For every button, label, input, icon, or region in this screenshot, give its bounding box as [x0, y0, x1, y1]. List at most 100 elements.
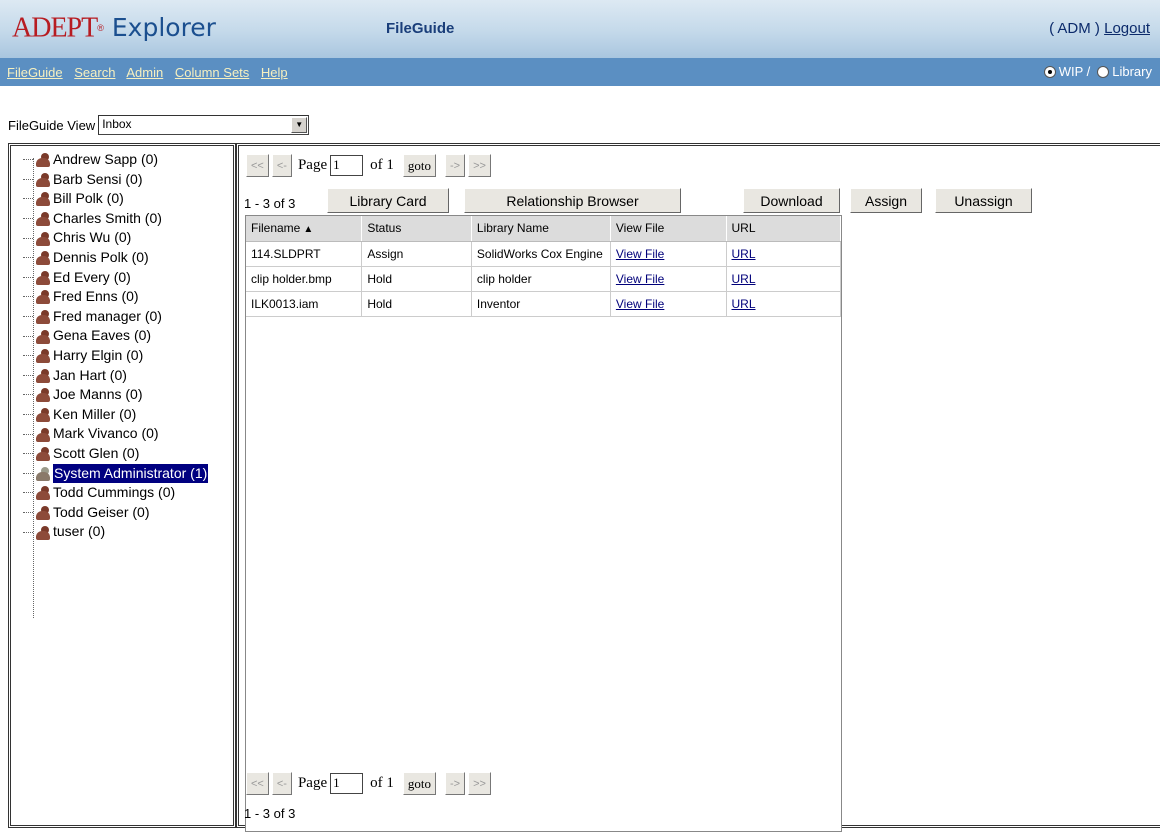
dropdown-arrow-icon[interactable]: ▼ [291, 117, 308, 133]
prev-page-button[interactable]: <- [271, 772, 292, 795]
tree-item-user[interactable]: Bill Polk (0) [23, 189, 233, 209]
user-tree: Andrew Sapp (0) Barb Sensi (0) Bill Polk (… [23, 150, 233, 542]
tree-connector [23, 355, 33, 357]
tree-item-user[interactable]: Gena Eaves (0) [23, 326, 233, 346]
download-button[interactable]: Download [743, 188, 840, 213]
logout-link[interactable]: Logout [1104, 20, 1150, 37]
goto-button[interactable]: goto [402, 772, 436, 795]
tree-item-user[interactable]: Mark Vivanco (0) [23, 424, 233, 444]
menu-search[interactable]: Search [74, 65, 115, 80]
tree-item-user[interactable]: Chris Wu (0) [23, 228, 233, 248]
first-page-button[interactable]: << [246, 154, 269, 177]
column-header-filename[interactable]: Filename ▲ [246, 216, 363, 242]
tree-item-label[interactable]: Chris Wu (0) [53, 228, 131, 248]
assign-button[interactable]: Assign [850, 188, 922, 213]
sort-ascending-icon[interactable]: ▲ [303, 224, 313, 235]
column-header-view-file[interactable]: View File [610, 216, 727, 242]
column-header-status[interactable]: Status [361, 216, 472, 242]
tree-connector [23, 374, 33, 376]
tree-item-label[interactable]: Dennis Polk (0) [53, 248, 149, 268]
view-file-link[interactable]: View File [616, 297, 664, 311]
tree-item-user[interactable]: System Administrator (1) [23, 463, 233, 484]
tree-item-user[interactable]: Ed Every (0) [23, 268, 233, 288]
result-count: 1 - 3 of 3 [244, 196, 296, 211]
tree-item-label[interactable]: tuser (0) [53, 522, 105, 542]
url-link[interactable]: URL [732, 247, 756, 261]
view-label: FileGuide View [8, 117, 96, 133]
tree-item-label[interactable]: Jan Hart (0) [53, 366, 127, 386]
tree-item-user[interactable]: Todd Cummings (0) [23, 483, 233, 503]
tree-item-user[interactable]: Harry Elgin (0) [23, 346, 233, 366]
tree-item-user[interactable]: Ken Miller (0) [23, 405, 233, 425]
menu-help[interactable]: Help [261, 65, 288, 80]
tree-item-user[interactable]: Fred Enns (0) [23, 287, 233, 307]
next-page-button[interactable]: -> [445, 154, 466, 177]
menu-admin[interactable]: Admin [126, 65, 163, 80]
tree-item-label[interactable]: System Administrator (1) [53, 463, 209, 484]
tree-item-label[interactable]: Charles Smith (0) [53, 209, 162, 229]
tree-item-label[interactable]: Todd Geiser (0) [53, 503, 149, 523]
tree-connector [23, 237, 33, 239]
tree-item-label[interactable]: Joe Manns (0) [53, 385, 142, 405]
tree-item-user[interactable]: Andrew Sapp (0) [23, 150, 233, 170]
first-page-button[interactable]: << [246, 772, 269, 795]
user-icon [34, 407, 52, 423]
tree-item-label[interactable]: Gena Eaves (0) [53, 326, 151, 346]
tree-item-label[interactable]: Scott Glen (0) [53, 444, 139, 464]
menu-fileguide[interactable]: FileGuide [7, 65, 63, 80]
tree-item-user[interactable]: Fred manager (0) [23, 307, 233, 327]
column-header-label: URL [731, 221, 756, 236]
tree-item-user[interactable]: Dennis Polk (0) [23, 248, 233, 268]
tree-connector [23, 511, 33, 513]
relationship-browser-button[interactable]: Relationship Browser [464, 188, 681, 213]
prev-page-button[interactable]: <- [271, 154, 292, 177]
unassign-button[interactable]: Unassign [935, 188, 1032, 213]
view-file-link[interactable]: View File [616, 247, 664, 261]
tree-item-user[interactable]: Charles Smith (0) [23, 209, 233, 229]
table-row[interactable]: 114.SLDPRT Assign SolidWorks Cox Engine Vie… [246, 241, 842, 267]
column-header-library-name[interactable]: Library Name [471, 216, 611, 242]
view-file-link[interactable]: View File [616, 272, 664, 286]
tree-item-label[interactable]: Ken Miller (0) [53, 405, 136, 425]
table-row[interactable]: clip holder.bmp Hold clip holder View File U… [246, 266, 842, 292]
tree-item-label[interactable]: Harry Elgin (0) [53, 346, 143, 366]
tree-item-user[interactable]: Jan Hart (0) [23, 366, 233, 386]
tree-item-label[interactable]: Bill Polk (0) [53, 189, 124, 209]
brand-name: ADEPT [12, 12, 98, 44]
tree-item-label[interactable]: Barb Sensi (0) [53, 170, 142, 190]
wip-radio[interactable] [1043, 65, 1056, 78]
library-radio[interactable] [1097, 65, 1110, 78]
tree-item-label[interactable]: Ed Every (0) [53, 268, 131, 288]
tree-item-user[interactable]: Todd Geiser (0) [23, 503, 233, 523]
library-radio-label: Library [1112, 64, 1152, 79]
library-card-button[interactable]: Library Card [327, 188, 449, 213]
tree-item-user[interactable]: tuser (0) [23, 522, 233, 542]
tree-item-label[interactable]: Todd Cummings (0) [53, 483, 175, 503]
tree-connector [23, 257, 33, 259]
view-select[interactable]: Inbox ▼ [98, 115, 310, 135]
url-link[interactable]: URL [732, 272, 756, 286]
cell-library-name: SolidWorks Cox Engine [471, 241, 611, 267]
url-link[interactable]: URL [732, 297, 756, 311]
menu-column-sets[interactable]: Column Sets [175, 65, 249, 80]
user-icon [34, 525, 52, 540]
user-tree-panel: Andrew Sapp (0) Barb Sensi (0) Bill Polk (… [8, 143, 236, 828]
page-number-input[interactable]: 1 [330, 155, 364, 176]
last-page-button[interactable]: >> [468, 772, 491, 795]
cell-url: URL [726, 291, 842, 317]
tree-connector [23, 433, 33, 435]
tree-item-label[interactable]: Andrew Sapp (0) [53, 150, 158, 170]
page-number-input[interactable]: 1 [330, 773, 364, 794]
tree-item-user[interactable]: Barb Sensi (0) [23, 170, 233, 190]
tree-item-label[interactable]: Mark Vivanco (0) [53, 424, 159, 444]
last-page-button[interactable]: >> [468, 154, 491, 177]
page-label: Page [297, 157, 328, 173]
tree-item-user[interactable]: Scott Glen (0) [23, 444, 233, 464]
tree-item-label[interactable]: Fred Enns (0) [53, 287, 139, 307]
next-page-button[interactable]: -> [445, 772, 466, 795]
tree-item-label[interactable]: Fred manager (0) [53, 307, 162, 327]
column-header-url[interactable]: URL [726, 216, 842, 242]
goto-button[interactable]: goto [402, 154, 436, 177]
table-row[interactable]: ILK0013.iam Hold Inventor View File URL [246, 291, 842, 317]
tree-item-user[interactable]: Joe Manns (0) [23, 385, 233, 405]
